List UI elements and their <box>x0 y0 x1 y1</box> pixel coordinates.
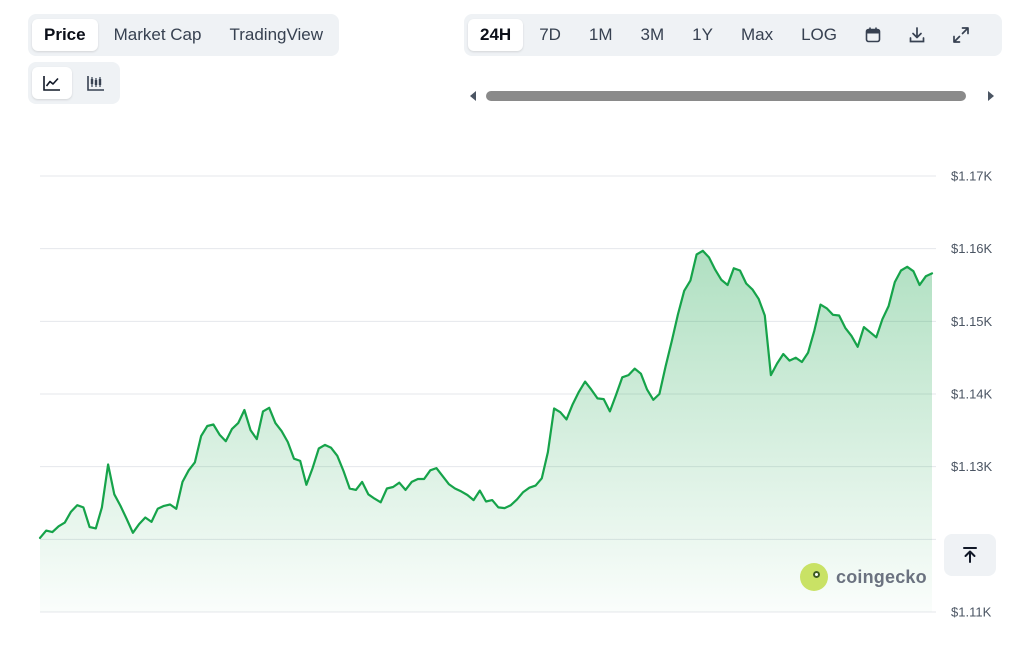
y-tick-label: $1.14K <box>951 387 993 402</box>
price-area <box>40 250 932 613</box>
y-tick-label: $1.13K <box>951 459 993 474</box>
coingecko-watermark: coingecko <box>800 563 927 591</box>
y-tick-label: $1.16K <box>951 241 993 256</box>
y-tick-label: $1.15K <box>951 314 993 329</box>
coingecko-logo-icon <box>800 563 828 591</box>
y-tick-label: $1.17K <box>951 169 993 184</box>
scroll-to-top-button[interactable] <box>944 534 996 576</box>
watermark-text: coingecko <box>836 566 927 587</box>
arrow-up-to-line-icon <box>963 547 977 563</box>
y-tick-label: $1.11K <box>951 605 992 620</box>
